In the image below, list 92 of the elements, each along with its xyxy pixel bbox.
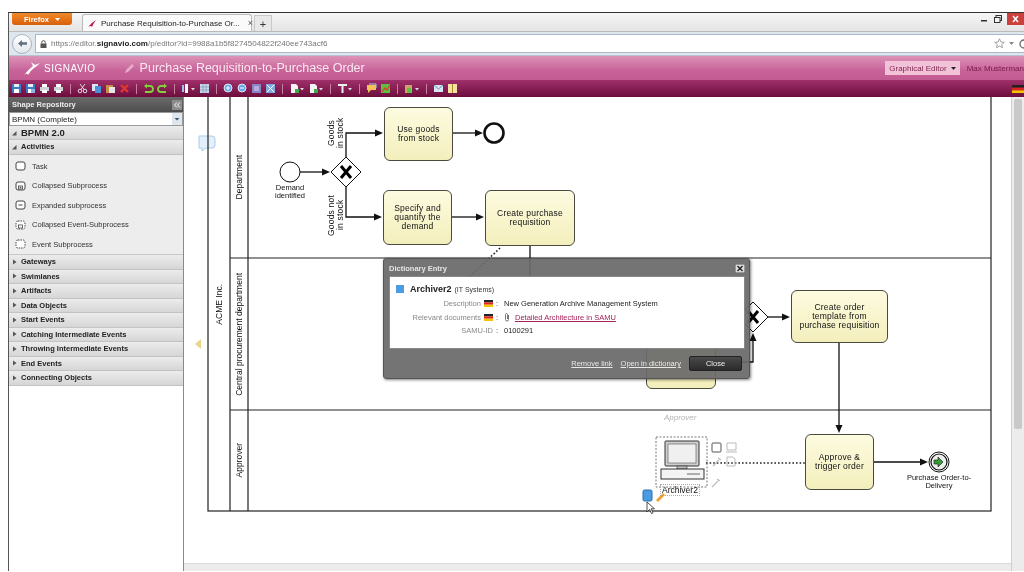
computer-shape-icon — [725, 442, 738, 453]
scrollbar-thumb[interactable] — [1014, 99, 1022, 429]
collapsed-subprocess-icon — [15, 180, 26, 191]
task-node: Specify and quantify the demand — [383, 190, 452, 245]
caret-icon — [950, 66, 956, 70]
stencil-select[interactable]: BPMN (Complete) — [9, 112, 183, 126]
sequence-flow — [345, 186, 382, 221]
task-node: Create order template from purchase requisition — [791, 290, 888, 343]
flow-label: Goods not in stock — [327, 193, 344, 238]
collapsed-triangle-icon — [12, 258, 17, 265]
pool-label: ACME Inc. — [214, 283, 224, 325]
back-button[interactable] — [12, 33, 32, 54]
chart-icon[interactable] — [380, 83, 391, 94]
printer-icon[interactable] — [53, 83, 64, 94]
exclusive-gateway — [330, 156, 362, 188]
printer-icon[interactable] — [39, 83, 50, 94]
redo-icon[interactable] — [157, 83, 168, 94]
grid-icon[interactable] — [199, 83, 210, 94]
swoosh-icon — [87, 18, 97, 28]
start-event — [279, 161, 301, 183]
scissors-icon[interactable] — [77, 83, 88, 94]
pencil-icon — [656, 493, 665, 502]
mouse-cursor-icon — [646, 501, 655, 514]
task-node: Create purchase requisition — [485, 190, 575, 246]
system-label: Archiver2 — [660, 484, 700, 496]
lane-label: Central procurement department — [234, 272, 244, 396]
fit-icon[interactable] — [265, 83, 276, 94]
book-icon — [642, 489, 653, 502]
wrench-icon — [712, 457, 722, 467]
browser-tab[interactable]: Purchase Requisition-to-Purchase Or... × — [82, 14, 252, 31]
close-icon[interactable] — [1007, 13, 1024, 25]
wrench-icon — [711, 478, 721, 488]
collapse-panel-icon[interactable] — [172, 99, 182, 110]
close-icon[interactable] — [735, 263, 745, 273]
zoom-in-icon[interactable] — [223, 83, 234, 94]
restore-icon[interactable] — [993, 14, 1003, 24]
task-shape-icon — [711, 442, 722, 453]
leaping-animal-logo-icon — [23, 60, 41, 76]
copy-icon[interactable] — [91, 83, 102, 94]
sequence-flow — [767, 313, 790, 321]
page-icon — [726, 456, 736, 467]
paste-icon[interactable] — [105, 83, 116, 94]
align-menu-icon[interactable] — [181, 83, 196, 94]
mail-icon[interactable] — [433, 83, 444, 94]
expanded-subprocess-icon — [15, 200, 26, 211]
lane-label: Department — [234, 155, 244, 200]
horizontal-scrollbar[interactable] — [184, 563, 1011, 571]
page-add-menu-icon[interactable] — [289, 83, 305, 94]
paperclip-icon — [504, 312, 510, 322]
view-switch-button[interactable]: Graphical Editor — [885, 61, 960, 75]
end-event — [483, 122, 505, 144]
end-event — [928, 451, 950, 473]
entry-name: Archiver2 — [410, 284, 452, 294]
task-icon — [15, 161, 26, 172]
undo-icon[interactable] — [143, 83, 154, 94]
zoom-out-icon[interactable] — [237, 83, 248, 94]
new-tab-button[interactable]: + — [254, 15, 272, 31]
category-header[interactable]: BPMN 2.0 — [9, 126, 183, 140]
star-icon[interactable] — [994, 38, 1005, 49]
lane-hint-label: Approver — [664, 413, 697, 422]
square-icon — [396, 285, 404, 293]
document-title: Purchase Requisition-to-Purchase Order — [139, 61, 365, 75]
comment-icon[interactable] — [366, 83, 377, 94]
text-format-menu-icon[interactable] — [337, 83, 353, 94]
lane-label: Approver — [234, 443, 244, 478]
vertical-scrollbar[interactable] — [1011, 97, 1024, 571]
logo-text: SIGNAVIO — [44, 62, 96, 74]
flag-icon[interactable] — [1012, 84, 1024, 93]
clipboard-menu-icon[interactable] — [404, 83, 420, 94]
caret-icon — [1009, 42, 1014, 45]
close-tab-button[interactable]: × — [247, 18, 253, 28]
sequence-flow — [345, 129, 383, 158]
address-field[interactable]: https://editor.signavio.com/p/editor?id=9988a1b5f8274504822f240ee743acf6 — [35, 34, 1024, 53]
sequence-flow — [452, 129, 483, 137]
sequence-flow — [299, 168, 330, 176]
flow-label: Goods in stock — [327, 117, 344, 149]
reload-icon[interactable] — [1018, 38, 1024, 49]
task-node: Approve & trigger order — [805, 434, 874, 490]
lock-icon — [40, 39, 47, 48]
speech-bubble-icon — [198, 135, 216, 152]
caret-icon — [55, 17, 60, 21]
event-subprocess-icon — [15, 239, 26, 250]
sequence-flow — [873, 458, 928, 466]
zoom-frame-icon[interactable] — [251, 83, 262, 94]
task-node: Use goods from stock — [384, 107, 453, 161]
collapsed-event-subprocess-icon — [15, 219, 26, 230]
book-icon[interactable] — [447, 83, 458, 94]
sequence-flow — [451, 213, 484, 221]
computer-drawing — [660, 440, 705, 480]
arrow-left-icon — [16, 39, 28, 48]
pencil-icon — [123, 62, 135, 74]
page-menu-icon[interactable] — [308, 83, 324, 94]
